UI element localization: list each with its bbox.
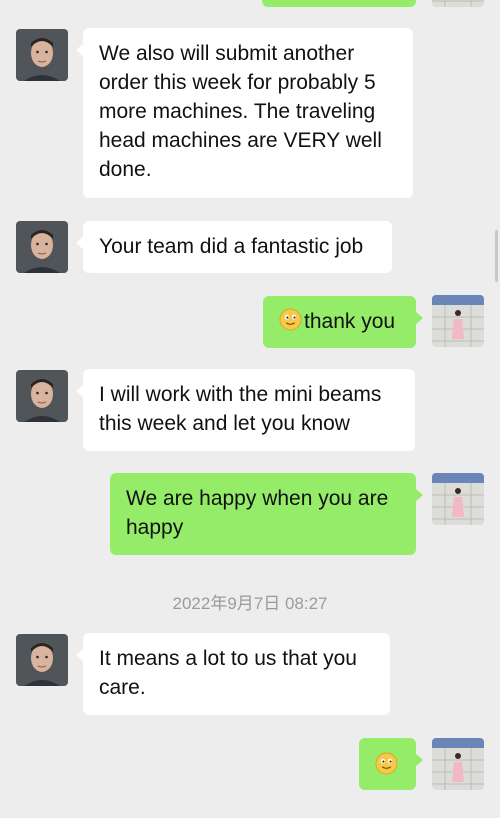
message-text: It means a lot to us that you care. <box>99 647 357 699</box>
my-avatar[interactable] <box>432 473 484 525</box>
outgoing-emoji-bubble[interactable] <box>359 738 423 790</box>
my-avatar[interactable] <box>432 0 484 7</box>
slightly-smiling-face-icon <box>375 752 398 775</box>
incoming-message-bubble[interactable]: It means a lot to us that you care. <box>76 633 390 715</box>
message-text: We are happy when you are happy <box>126 487 389 539</box>
contact-avatar[interactable] <box>16 370 68 422</box>
my-avatar[interactable] <box>432 738 484 790</box>
outgoing-message-bubble[interactable]: We are happy when you are happy <box>110 473 423 555</box>
scrollbar[interactable] <box>495 230 498 282</box>
incoming-message-bubble[interactable]: We also will submit another order this w… <box>76 28 413 198</box>
message-text: I will work with the mini beams this wee… <box>99 383 382 435</box>
contact-avatar[interactable] <box>16 634 68 686</box>
chat-timestamp: 2022年9月7日 08:27 <box>172 594 328 613</box>
incoming-message-bubble[interactable]: I will work with the mini beams this wee… <box>76 369 415 451</box>
my-avatar[interactable] <box>432 295 484 347</box>
slightly-smiling-face-icon <box>279 308 302 331</box>
message-text: We also will submit another order this w… <box>99 42 382 181</box>
incoming-message-bubble[interactable]: Your team did a fantastic job <box>76 221 392 273</box>
message-text: Your team did a fantastic job <box>99 235 364 258</box>
outgoing-message-bubble[interactable]: thank you <box>263 296 423 348</box>
message-text: thank you <box>304 310 396 333</box>
contact-avatar[interactable] <box>16 221 68 273</box>
outgoing-message-bubble-partial[interactable] <box>262 0 416 7</box>
contact-avatar[interactable] <box>16 29 68 81</box>
